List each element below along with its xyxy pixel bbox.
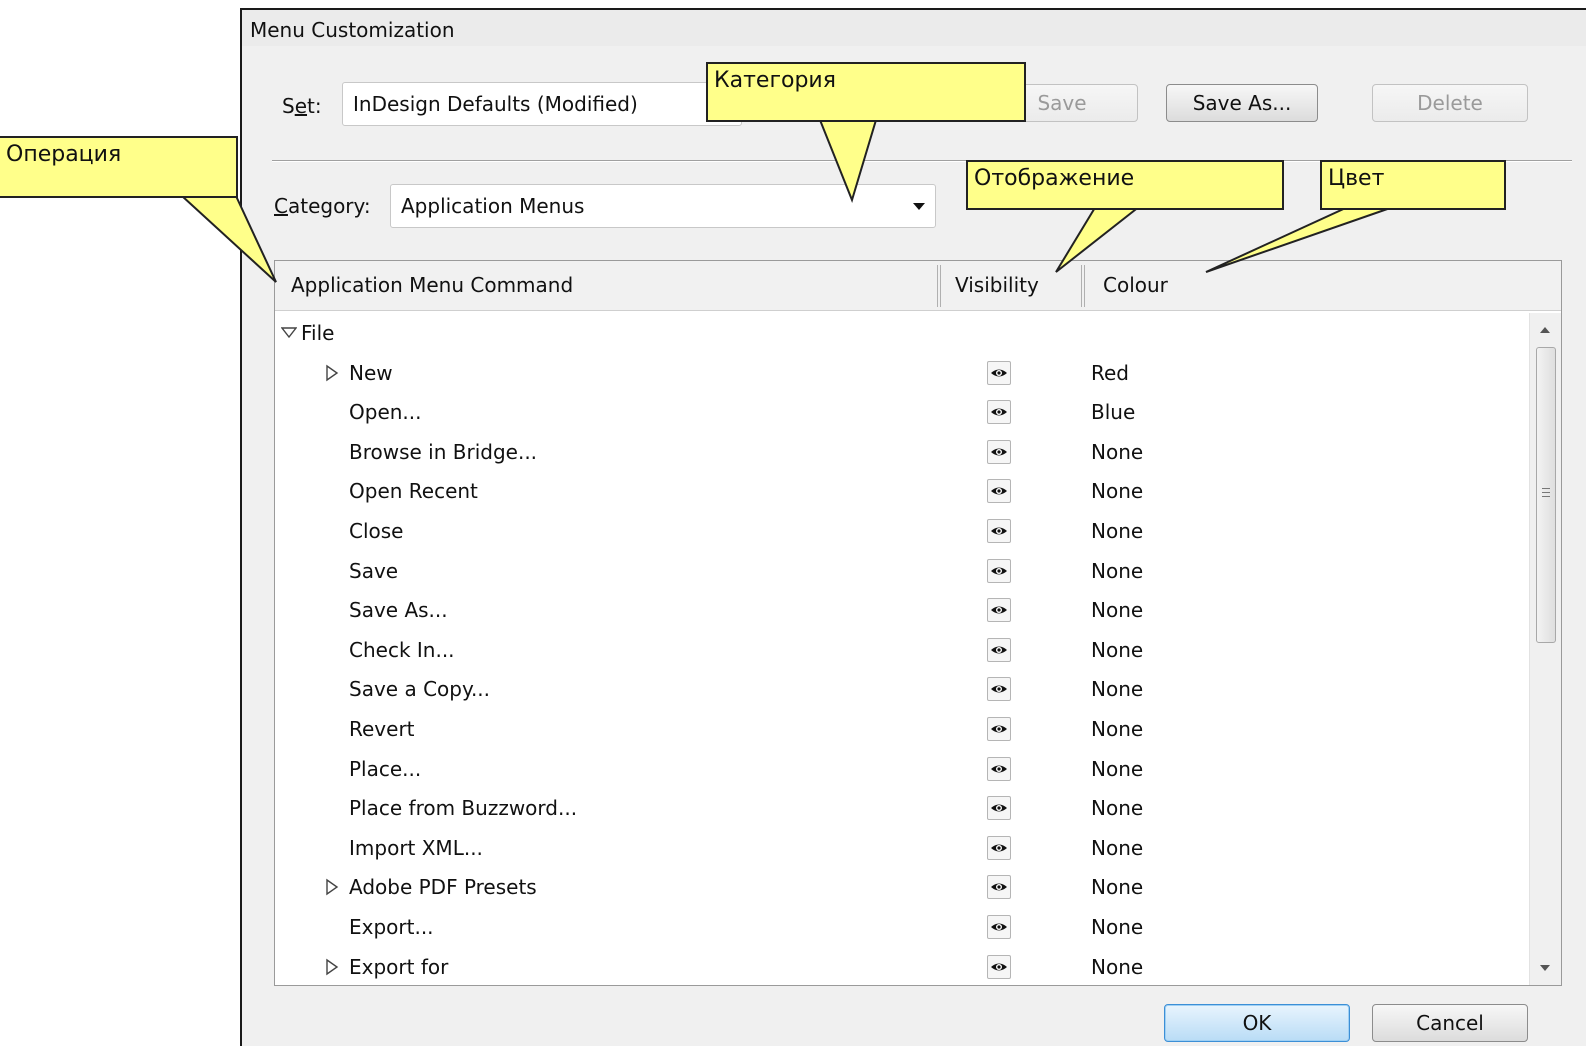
callout-operation: Операция: [0, 136, 238, 198]
pointer-operation: [179, 195, 277, 283]
pointer-visibility: [1055, 205, 1143, 273]
pointer-colour: [1205, 205, 1397, 273]
callout-category: Категория: [706, 62, 1026, 122]
pointer-category: [818, 119, 878, 204]
callout-colour: Цвет: [1320, 160, 1506, 210]
callout-visibility: Отображение: [966, 160, 1284, 210]
